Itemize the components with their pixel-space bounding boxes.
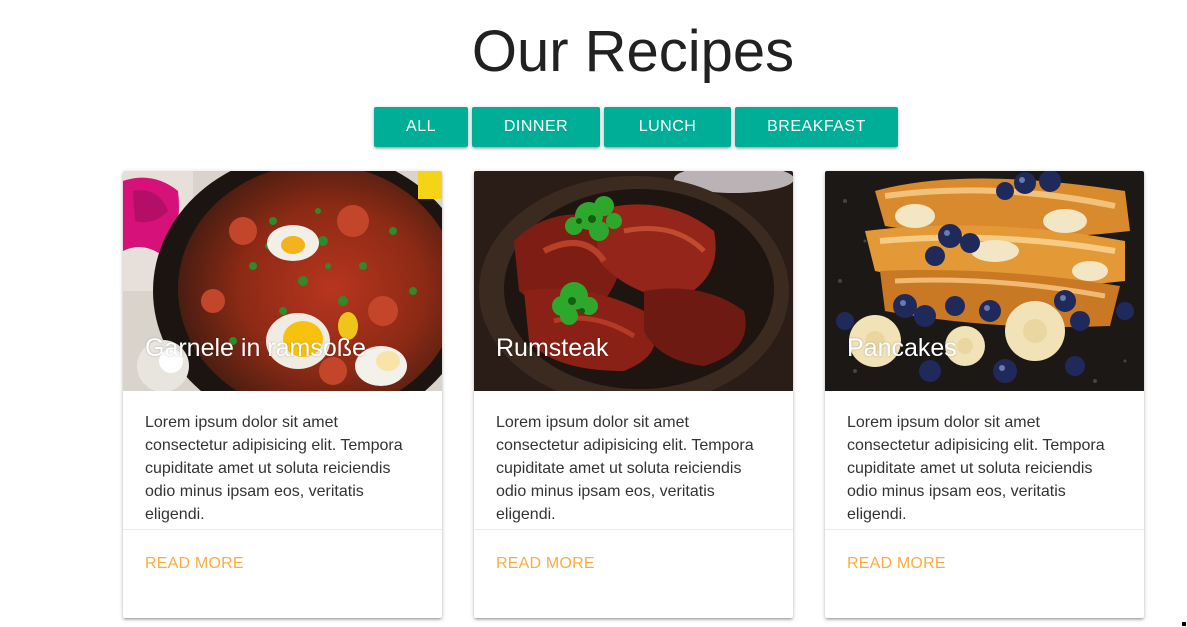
recipe-card: Pancakes Lorem ipsum dolor sit amet cons…: [825, 171, 1144, 618]
card-image: Rumsteak: [474, 171, 793, 391]
filter-lunch-button[interactable]: LUNCH: [604, 107, 731, 147]
card-action: READ MORE: [825, 530, 1144, 598]
recipe-card: Garnele in ramsoße Lorem ipsum dolor sit…: [123, 171, 442, 618]
card-title: Rumsteak: [496, 334, 609, 362]
card-image: Garnele in ramsoße: [123, 171, 442, 391]
card-content: Lorem ipsum dolor sit amet consectetur a…: [825, 391, 1144, 530]
corner-marker: [1182, 622, 1186, 626]
card-description: Lorem ipsum dolor sit amet consectetur a…: [847, 414, 1105, 523]
card-description: Lorem ipsum dolor sit amet consectetur a…: [145, 414, 403, 523]
read-more-link[interactable]: READ MORE: [145, 555, 244, 573]
filter-breakfast-button[interactable]: BREAKFAST: [735, 107, 898, 147]
card-action: READ MORE: [123, 530, 442, 598]
read-more-link[interactable]: READ MORE: [496, 555, 595, 573]
card-title: Garnele in ramsoße: [145, 334, 366, 362]
card-image: Pancakes: [825, 171, 1144, 391]
card-content: Lorem ipsum dolor sit amet consectetur a…: [123, 391, 442, 530]
filter-bar: ALL DINNER LUNCH BREAKFAST: [374, 107, 898, 147]
recipe-card: Rumsteak Lorem ipsum dolor sit amet cons…: [474, 171, 793, 618]
card-title: Pancakes: [847, 334, 957, 362]
read-more-link[interactable]: READ MORE: [847, 555, 946, 573]
page-title: Our Recipes: [471, 19, 795, 84]
filter-dinner-button[interactable]: DINNER: [472, 107, 600, 147]
card-content: Lorem ipsum dolor sit amet consectetur a…: [474, 391, 793, 530]
card-action: READ MORE: [474, 530, 793, 598]
card-description: Lorem ipsum dolor sit amet consectetur a…: [496, 414, 754, 523]
filter-all-button[interactable]: ALL: [374, 107, 468, 147]
